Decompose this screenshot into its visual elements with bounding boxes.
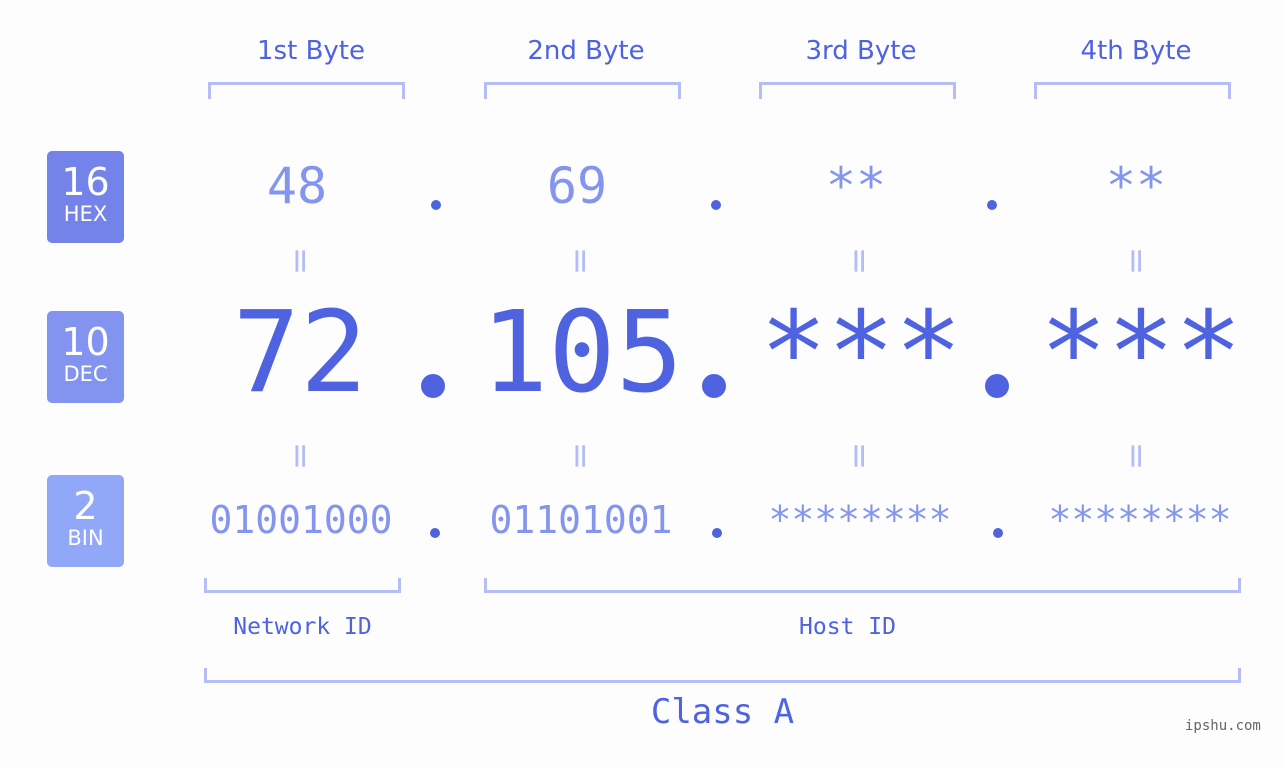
dec-value-1: 72 <box>232 288 368 418</box>
dec-dot-3 <box>985 374 1009 398</box>
dec-badge: 10 DEC <box>47 311 124 403</box>
hex-dot-1 <box>431 200 441 210</box>
bin-dot-1 <box>430 528 440 538</box>
hex-value-3: ** <box>825 157 887 215</box>
equals-icon: = <box>280 246 320 276</box>
class-bracket <box>204 668 1241 683</box>
hex-value-1: 48 <box>266 157 328 215</box>
bin-badge: 2 BIN <box>47 475 124 567</box>
hex-badge: 16 HEX <box>47 151 124 243</box>
dec-badge-number: 10 <box>61 320 110 364</box>
byte-label-3: 3rd Byte <box>805 36 917 66</box>
byte-bracket-4 <box>1034 82 1231 99</box>
byte-label-2: 2nd Byte <box>527 36 645 66</box>
class-label: Class A <box>650 692 795 732</box>
bin-dot-2 <box>712 528 722 538</box>
network-id-label: Network ID <box>233 614 372 640</box>
dec-value-3: *** <box>759 288 963 418</box>
host-id-label: Host ID <box>799 614 896 640</box>
bin-value-1: 01001000 <box>209 498 393 542</box>
bin-value-2: 01101001 <box>489 498 673 542</box>
equals-icon: = <box>280 441 320 471</box>
equals-icon: = <box>839 441 879 471</box>
byte-bracket-2 <box>484 82 681 99</box>
host-id-bracket <box>484 578 1241 593</box>
hex-dot-2 <box>711 200 721 210</box>
hex-value-4: ** <box>1105 157 1167 215</box>
dec-value-2: 105 <box>480 288 684 418</box>
bin-badge-label: BIN <box>67 526 104 550</box>
equals-icon: = <box>839 246 879 276</box>
watermark: ipshu.com <box>1185 718 1261 734</box>
dec-badge-label: DEC <box>63 362 108 386</box>
byte-label-1: 1st Byte <box>257 36 365 66</box>
network-id-bracket <box>204 578 401 593</box>
dec-dot-2 <box>702 374 726 398</box>
dec-value-4: *** <box>1039 288 1243 418</box>
dec-dot-1 <box>421 374 445 398</box>
bin-dot-3 <box>993 528 1003 538</box>
byte-label-4: 4th Byte <box>1080 36 1192 66</box>
equals-icon: = <box>1116 441 1156 471</box>
hex-dot-3 <box>987 200 997 210</box>
bin-value-4: ******** <box>1048 498 1232 542</box>
hex-value-2: 69 <box>546 157 608 215</box>
hex-badge-label: HEX <box>63 202 108 226</box>
byte-bracket-1 <box>208 82 405 99</box>
equals-icon: = <box>1116 246 1156 276</box>
byte-bracket-3 <box>759 82 956 99</box>
equals-icon: = <box>560 246 600 276</box>
equals-icon: = <box>560 441 600 471</box>
bin-value-3: ******** <box>768 498 952 542</box>
bin-badge-number: 2 <box>73 484 98 528</box>
hex-badge-number: 16 <box>61 160 110 204</box>
